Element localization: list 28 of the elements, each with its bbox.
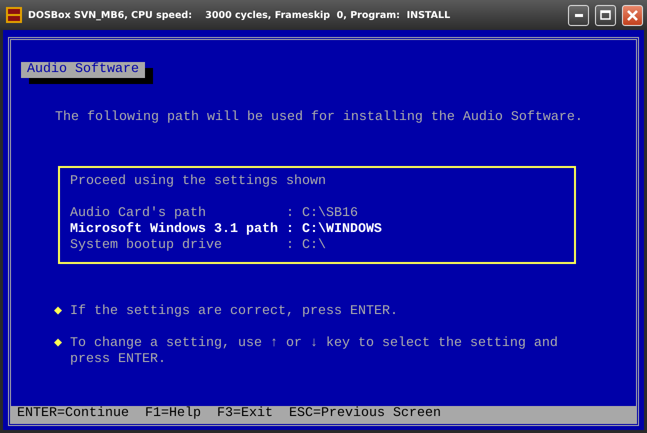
setting-label[interactable]: Microsoft Windows 3.1 path — [70, 222, 286, 238]
close-button[interactable] — [622, 4, 643, 26]
maximize-button[interactable] — [595, 4, 616, 26]
key-hint: ENTER=Continue — [17, 406, 129, 423]
dosbox-logo-icon — [6, 7, 22, 23]
description-text: The following path will be used for installing the Audio Software. — [55, 110, 584, 126]
close-icon — [627, 10, 638, 20]
section-heading: Audio Software — [21, 62, 145, 78]
bullet-icon: ◆ — [54, 304, 62, 320]
setting-value[interactable]: C:\SB16 — [302, 206, 564, 222]
window-title: DOSBox SVN_MB6, CPU speed: 3000 cycles, Frameskip 0, Program: INSTALL — [28, 10, 452, 20]
instruction-text: To change a setting, use ↑ or ↓ key to select the setting and press ENTER. — [70, 336, 559, 368]
setting-value[interactable]: C:\WINDOWS — [302, 222, 564, 238]
panel-title: Proceed using the settings shown — [70, 174, 326, 189]
colon-separator: : — [286, 238, 295, 254]
setting-label[interactable]: Audio Card's path — [70, 206, 286, 222]
key-hint: F3=Exit — [216, 406, 273, 423]
setting-value[interactable]: C:\ — [302, 238, 564, 254]
colon-separator: : — [286, 206, 295, 222]
instruction-text: If the settings are correct, press ENTER. — [70, 304, 398, 320]
maximize-icon — [600, 10, 611, 20]
key-hint: ESC=Previous Screen — [288, 406, 441, 423]
key-hint: F1=Help — [144, 406, 201, 423]
colon-separator: : — [286, 222, 295, 238]
minimize-button[interactable] — [568, 4, 589, 26]
setting-label[interactable]: System bootup drive — [70, 238, 286, 254]
bullet-icon: ◆ — [54, 336, 62, 368]
minimize-icon — [574, 14, 582, 16]
